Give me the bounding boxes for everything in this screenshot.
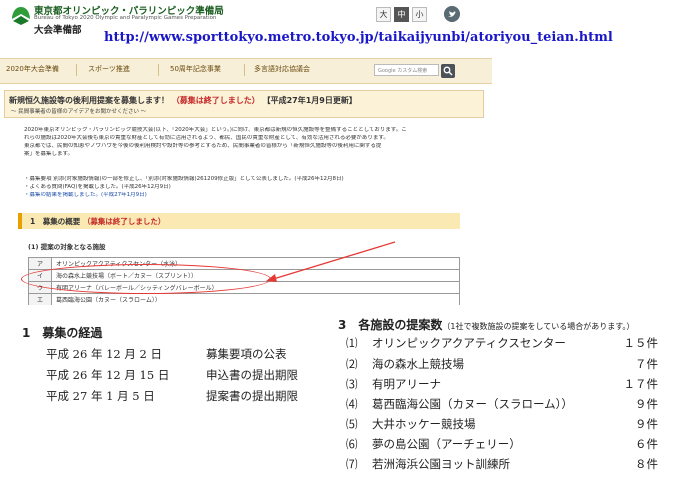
proposal-facility: 夢の島公園（アーチェリー）: [372, 437, 521, 451]
proposal-count: ９件: [635, 397, 658, 411]
proposal-count: ６件: [635, 437, 658, 451]
proposals-note: （1社で複数施設の提案をしている場合があります。）: [442, 322, 635, 331]
proposal-count: １７件: [623, 377, 659, 391]
proposal-count: １５件: [623, 336, 659, 350]
proposals-heading-text: 3 各施設の提案数: [338, 318, 443, 332]
proposal-no: ⑶: [346, 377, 358, 391]
process-date: 平成 27 年 1 月 5 日: [46, 389, 155, 403]
proposal-no: ⑵: [346, 357, 358, 371]
proposal-facility: 若洲海浜公園ヨット訓練所: [372, 457, 510, 471]
process-heading: 1 募集の経過: [22, 326, 103, 340]
page-url-annotation[interactable]: http://www.sporttokyo.metro.tokyo.jp/tai…: [104, 30, 613, 45]
proposal-no: ⑹: [346, 437, 358, 451]
process-event: 募集要項の公表: [206, 347, 287, 361]
proposal-no: ⑴: [346, 336, 358, 350]
process-date: 平成 26 年 12 月 15 日: [46, 368, 170, 382]
process-event: 申込書の提出期限: [206, 368, 298, 382]
proposal-count: ８件: [635, 457, 658, 471]
proposal-facility: 海の森水上競技場: [372, 357, 464, 371]
proposal-no: ⑷: [346, 397, 358, 411]
proposal-count: ９件: [635, 417, 658, 431]
proposal-facility: 葛西臨海公園（カヌー（スラローム））: [372, 397, 573, 411]
proposal-no: ⑺: [346, 457, 358, 471]
proposal-count: ７件: [635, 357, 658, 371]
process-date: 平成 26 年 12 月 2 日: [46, 347, 163, 361]
proposal-no: ⑸: [346, 417, 358, 431]
proposal-facility: 大井ホッケー競技場: [372, 417, 476, 431]
proposal-facility: オリンピックアクアティクスセンター: [372, 336, 566, 350]
proposals-heading: 3 各施設の提案数（1社で複数施設の提案をしている場合があります。）: [338, 316, 634, 333]
proposal-facility: 有明アリーナ: [372, 377, 441, 391]
process-event: 提案書の提出期限: [206, 389, 298, 403]
